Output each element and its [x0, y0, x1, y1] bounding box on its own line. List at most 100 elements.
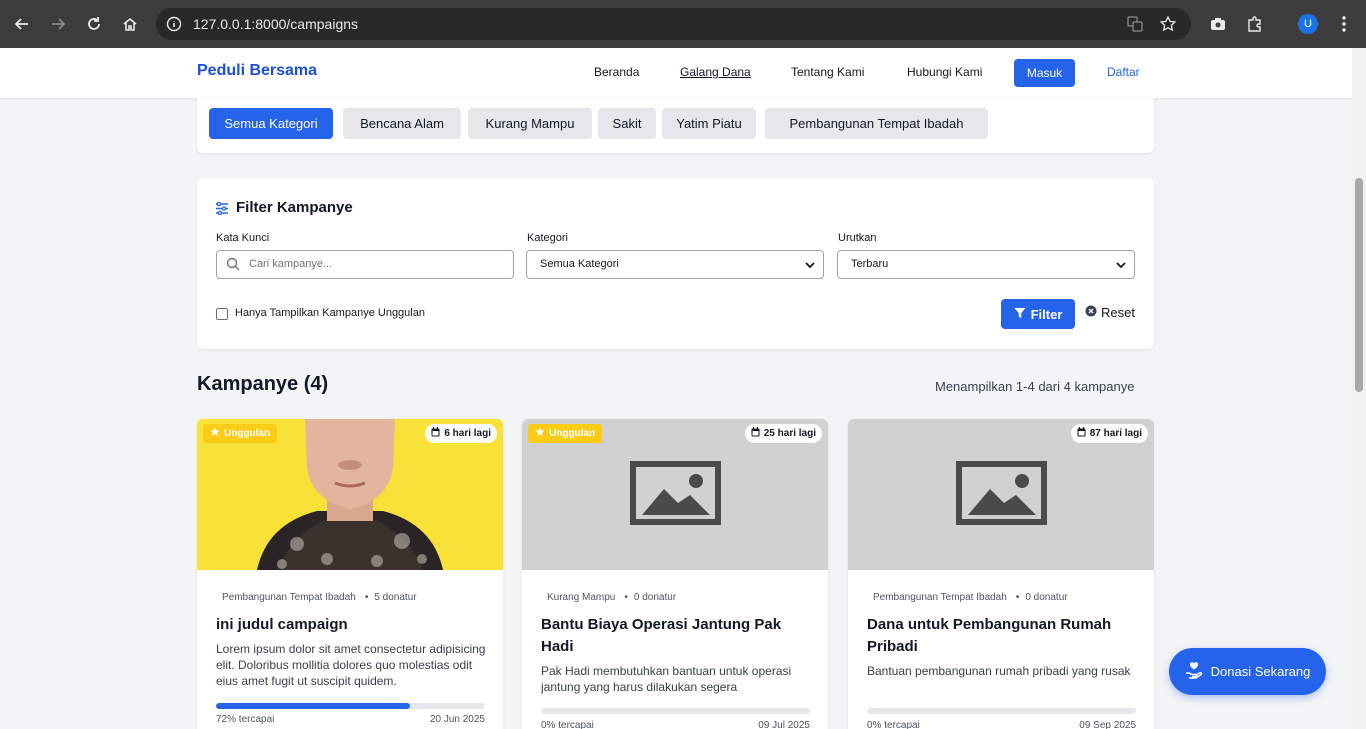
days-left-text: 6 hari lagi — [444, 428, 491, 439]
page-scrollbar[interactable] — [1352, 48, 1366, 729]
calendar-icon — [751, 427, 760, 440]
reload-icon[interactable] — [82, 12, 106, 36]
sort-select[interactable]: Terbaru — [837, 250, 1135, 279]
category-chip-sakit[interactable]: Sakit — [598, 108, 656, 139]
campaign-image: 87 hari lagi — [848, 419, 1154, 570]
hand-heart-icon — [1185, 661, 1203, 682]
progress-bar — [541, 708, 810, 714]
calendar-icon — [431, 427, 440, 440]
featured-only-label[interactable]: Hanya Tampilkan Kampanye Unggulan — [235, 307, 425, 319]
campaign-description: Bantuan pembangunan rumah pribadi yang r… — [867, 664, 1131, 678]
login-button[interactable]: Masuk — [1014, 59, 1075, 87]
donor-count: 0 donatur — [633, 592, 677, 603]
progress-bar — [216, 703, 485, 709]
site-info-icon[interactable] — [166, 16, 182, 32]
campaigns-heading: Kampanye (4) — [197, 373, 329, 395]
days-left-text: 87 hari lagi — [1089, 428, 1142, 439]
campaign-meta: Pembangunan Tempat Ibadah • 5 donatur — [222, 592, 417, 603]
calendar-icon — [1077, 427, 1086, 440]
campaign-category: Pembangunan Tempat Ibadah — [873, 592, 1007, 603]
days-left-badge: 87 hari lagi — [1070, 424, 1148, 443]
progress-fill — [216, 703, 410, 709]
keyword-label: Kata Kunci — [216, 232, 270, 244]
donate-now-button[interactable]: Donasi Sekarang — [1169, 648, 1326, 695]
reset-button-label: Reset — [1101, 305, 1135, 320]
campaign-card[interactable]: Unggulan 25 hari lagi Kurang Mampu • 0 don… — [522, 419, 828, 729]
back-icon[interactable] — [10, 12, 34, 36]
chevron-down-icon — [1116, 260, 1126, 272]
funnel-icon — [1014, 307, 1026, 322]
nav-link-tentang-kami[interactable]: Tentang Kami — [791, 65, 864, 79]
campaign-image: Unggulan 6 hari lagi — [197, 419, 503, 570]
featured-badge: Unggulan — [528, 424, 603, 443]
chevron-down-icon — [805, 260, 815, 272]
featured-badge-label: Unggulan — [549, 428, 596, 439]
featured-badge: Unggulan — [203, 424, 278, 443]
days-left-badge: 25 hari lagi — [744, 424, 822, 443]
campaign-category: Kurang Mampu — [547, 592, 616, 603]
category-chip-kurang-mampu[interactable]: Kurang Mampu — [468, 108, 592, 139]
campaign-meta: Kurang Mampu • 0 donatur — [547, 592, 677, 603]
keyword-search-input[interactable]: Cari kampanye... — [216, 250, 514, 279]
end-date: 20 Jun 2025 — [429, 714, 485, 725]
category-chip-bencana-alam[interactable]: Bencana Alam — [343, 108, 461, 139]
days-left-badge: 6 hari lagi — [425, 424, 497, 443]
image-placeholder-icon — [956, 461, 1047, 525]
profile-avatar[interactable]: U — [1298, 14, 1318, 34]
home-icon[interactable] — [118, 12, 142, 36]
campaign-meta: Pembangunan Tempat Ibadah • 0 donatur — [873, 592, 1068, 603]
days-left-text: 25 hari lagi — [763, 428, 816, 439]
campaign-card[interactable]: Unggulan 6 hari lagi Pembangunan Tempat … — [197, 419, 503, 729]
star-icon — [535, 427, 545, 440]
search-icon — [226, 257, 240, 274]
campaign-title[interactable]: ini judul campaign — [216, 614, 486, 636]
results-count: Menampilkan 1-4 dari 4 kampanye — [935, 379, 1135, 394]
site-navbar: Peduli Bersama Beranda Galang Dana Tenta… — [0, 48, 1352, 98]
brand-logo[interactable]: Peduli Bersama — [197, 62, 317, 80]
progress-bar — [867, 708, 1136, 714]
nav-link-galang-dana[interactable]: Galang Dana — [680, 65, 751, 79]
campaign-title[interactable]: Bantu Biaya Operasi Jantung Pak Hadi — [541, 614, 811, 658]
category-select[interactable]: Semua Kategori — [526, 250, 824, 279]
menu-kebab-icon[interactable] — [1332, 12, 1356, 36]
keyword-placeholder: Cari kampanye... — [249, 258, 333, 270]
progress-label: 0% tercapai — [541, 720, 594, 729]
filter-button-label: Filter — [1030, 306, 1063, 322]
end-date: 09 Jul 2025 — [758, 720, 810, 729]
filter-title: Filter Kampanye — [236, 199, 353, 216]
category-chip-pembangunan[interactable]: Pembangunan Tempat Ibadah — [765, 108, 988, 139]
featured-only-checkbox[interactable] — [216, 308, 228, 320]
forward-icon[interactable] — [46, 12, 70, 36]
campaign-image: Unggulan 25 hari lagi — [522, 419, 828, 570]
campaign-category: Pembangunan Tempat Ibadah — [222, 592, 356, 603]
progress-label: 72% tercapai — [216, 714, 275, 725]
donor-count: 5 donatur — [374, 592, 417, 603]
sort-select-value: Terbaru — [851, 258, 889, 270]
progress-label: 0% tercapai — [867, 720, 920, 729]
category-chip-semua[interactable]: Semua Kategori — [209, 108, 333, 139]
address-bar[interactable]: 127.0.0.1:8000/campaigns — [156, 8, 1191, 40]
translate-icon[interactable] — [1126, 15, 1144, 33]
campaign-description: Lorem ipsum dolor sit amet consectetur a… — [216, 642, 486, 688]
category-chip-yatim-piatu[interactable]: Yatim Piatu — [662, 108, 756, 139]
scrollbar-thumb[interactable] — [1355, 178, 1363, 392]
reset-button[interactable]: Reset — [1085, 305, 1135, 320]
register-link[interactable]: Daftar — [1107, 65, 1140, 79]
bookmark-star-icon[interactable] — [1159, 15, 1177, 33]
campaign-description: Pak Hadi membutuhkan bantuan untuk opera… — [541, 664, 792, 694]
donate-now-label: Donasi Sekarang — [1210, 664, 1311, 679]
url-text: 127.0.0.1:8000/campaigns — [193, 16, 359, 32]
nav-link-beranda[interactable]: Beranda — [594, 65, 639, 79]
screenshot-icon[interactable] — [1206, 12, 1230, 36]
filter-panel: Filter Kampanye Kata Kunci Cari kampanye… — [197, 178, 1154, 349]
extensions-icon[interactable] — [1243, 12, 1267, 36]
sliders-icon — [215, 200, 229, 219]
category-label: Kategori — [527, 232, 568, 244]
campaign-card[interactable]: 87 hari lagi Pembangunan Tempat Ibadah • 0… — [848, 419, 1154, 729]
end-date: 09 Sep 2025 — [1079, 720, 1136, 729]
star-icon — [210, 427, 220, 440]
nav-link-hubungi-kami[interactable]: Hubungi Kami — [907, 65, 982, 79]
featured-badge-label: Unggulan — [224, 428, 271, 439]
campaign-title[interactable]: Dana untuk Pembangunan Rumah Pribadi — [867, 614, 1137, 658]
filter-button[interactable]: Filter — [1001, 299, 1075, 329]
